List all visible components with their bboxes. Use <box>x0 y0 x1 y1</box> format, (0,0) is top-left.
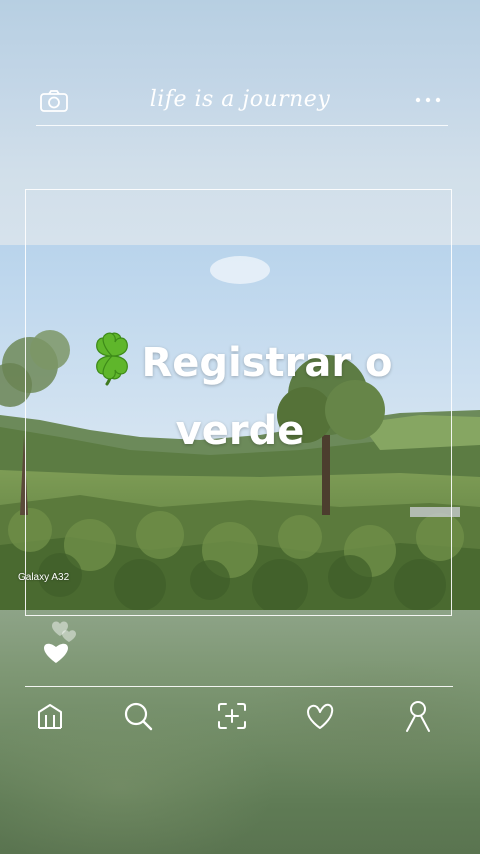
screen: life is a journey Registrar o verde Gala… <box>0 0 480 854</box>
nav-likes-button[interactable] <box>302 698 338 734</box>
nav-profile-button[interactable] <box>400 698 436 734</box>
heart-outline-icon <box>307 703 334 729</box>
search-icon <box>124 702 153 731</box>
heart-icon <box>44 621 76 663</box>
nav-home-button[interactable] <box>32 698 68 734</box>
home-icon <box>38 704 62 729</box>
device-watermark: Galaxy A32 <box>18 572 70 583</box>
more-options-button[interactable] <box>408 88 448 112</box>
camera-icon <box>40 90 68 112</box>
add-photo-icon <box>218 703 246 729</box>
camera-button[interactable] <box>38 86 70 116</box>
more-dots-icon <box>415 97 441 103</box>
post-caption: Registrar o verde <box>60 328 420 460</box>
profile-icon <box>406 701 430 732</box>
nav-search-button[interactable] <box>120 698 156 734</box>
caption-text: Registrar o verde <box>141 340 393 454</box>
like-button[interactable] <box>38 612 82 668</box>
header-divider <box>36 125 448 126</box>
four-leaf-clover-icon <box>87 328 137 402</box>
nav-add-button[interactable] <box>214 698 250 734</box>
app-title: life is a journey <box>149 87 331 112</box>
nav-divider <box>25 686 453 687</box>
